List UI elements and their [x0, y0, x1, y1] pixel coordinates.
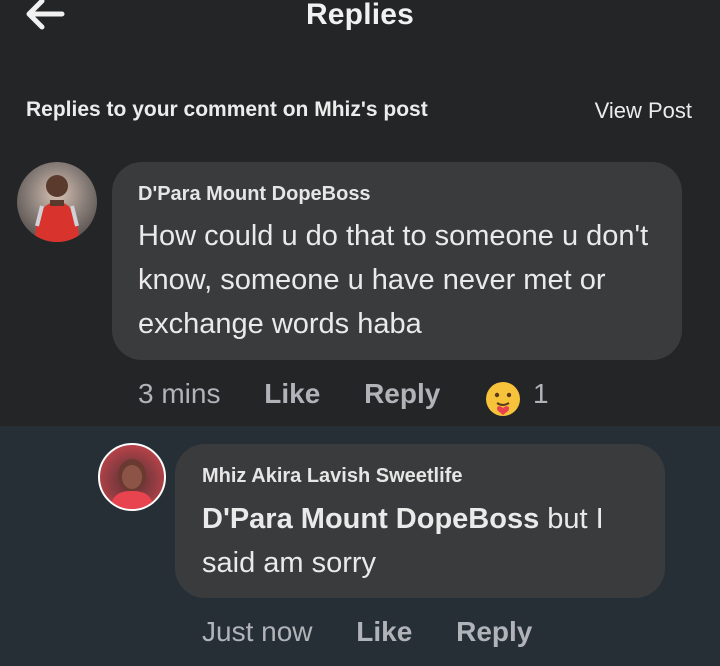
profile-photo [110, 459, 154, 509]
comment-text: How could u do that to someone u don't k… [138, 220, 649, 340]
reply-author[interactable]: Mhiz Akira Lavish Sweetlife [202, 465, 462, 488]
profile-photo [35, 175, 79, 242]
like-button[interactable]: Like [356, 616, 412, 647]
page-title: Replies [305, 0, 415, 31]
reply-text: D'Para Mount DopeBoss but I said am sorr… [202, 497, 652, 585]
mention-tag[interactable]: D'Para Mount DopeBoss [202, 503, 539, 535]
view-post-link[interactable]: View Post [595, 98, 692, 124]
like-button[interactable]: Like [264, 378, 320, 409]
reply-button[interactable]: Reply [456, 616, 532, 647]
care-reaction-icon[interactable] [485, 381, 521, 417]
comment-actions: 3 mins Like Reply [138, 378, 476, 410]
top-bar: Replies [0, 0, 720, 40]
reaction-count: 1 [533, 378, 549, 409]
comment-timestamp: 3 mins [138, 378, 221, 409]
avatar[interactable] [98, 443, 166, 511]
replies-subheading: Replies to your comment on Mhiz's post [26, 98, 428, 121]
reply-button[interactable]: Reply [364, 378, 440, 409]
comment-author[interactable]: D'Para Mount DopeBoss [138, 183, 371, 206]
reply-actions: Just now Like Reply [202, 616, 568, 648]
reply-timestamp: Just now [202, 616, 313, 647]
avatar[interactable] [17, 162, 97, 242]
